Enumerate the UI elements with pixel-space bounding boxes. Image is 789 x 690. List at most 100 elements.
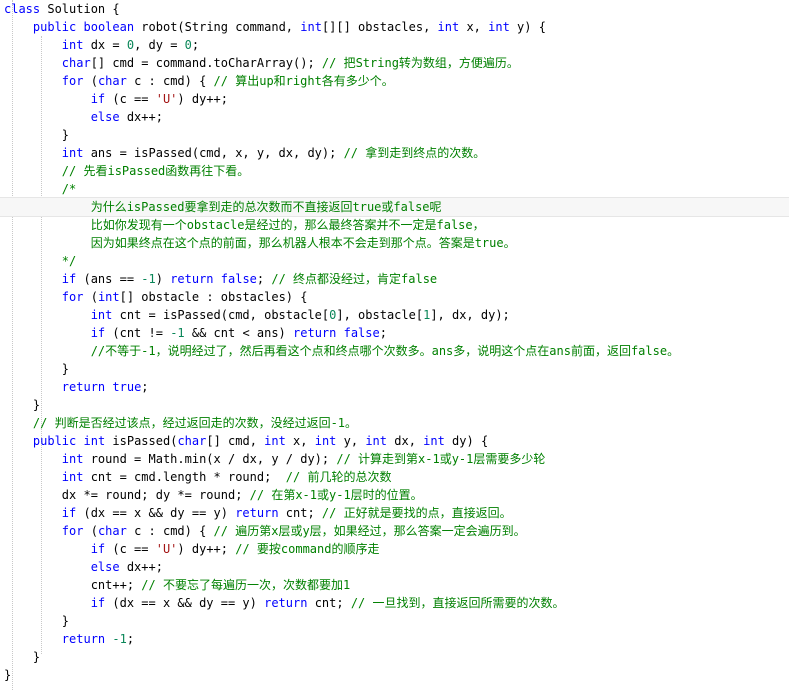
code-token: /* (61, 182, 77, 196)
code-token: dx, (387, 434, 424, 448)
code-line[interactable]: } (0, 360, 789, 378)
code-line[interactable]: for (char c : cmd) { // 算出up和right各有多少个。 (0, 72, 789, 90)
code-line[interactable]: // 先看isPassed函数再往下看。 (0, 162, 789, 180)
code-token: [][] obstacles, (321, 20, 438, 34)
code-token: // 遍历第x层或y层，如果经过，那么答案一定会遍历到。 (213, 524, 526, 538)
code-token: // 拿到走到终点的次数。 (343, 146, 486, 160)
code-token: ans = isPassed(cmd, x, y, dx, dy); (83, 146, 344, 160)
code-line[interactable]: */ (0, 252, 789, 270)
code-line[interactable]: dx *= round; dy *= round; // 在第x-1或y-1层时… (0, 486, 789, 504)
code-token: int (61, 470, 84, 484)
code-token: char (61, 56, 91, 70)
code-line[interactable]: cnt++; // 不要忘了每遍历一次，次数都要加1 (0, 576, 789, 594)
code-token: 比如你发现有一个obstacle是经过的，那么最终答案并不一定是false， (90, 218, 485, 232)
code-line[interactable]: int cnt = cmd.length * round; // 前几轮的总次数 (0, 468, 789, 486)
code-token: 因为如果终点在这个点的前面，那么机器人根本不会走到那个点。答案是true。 (90, 236, 516, 250)
code-line[interactable]: for (int[] obstacle : obstacles) { (0, 288, 789, 306)
code-line[interactable]: int cnt = isPassed(cmd, obstacle[0], obs… (0, 306, 789, 324)
code-token: (c == (105, 92, 156, 106)
code-line[interactable]: 比如你发现有一个obstacle是经过的，那么最终答案并不一定是false， (0, 216, 789, 234)
code-line[interactable]: int round = Math.min(x / dx, y / dy); //… (0, 450, 789, 468)
code-line[interactable]: else dx++; (0, 558, 789, 576)
code-line[interactable]: return true; (0, 378, 789, 396)
code-token: return (235, 506, 279, 520)
code-line[interactable]: 为什么isPassed要拿到走的总次数而不直接返回true或false呢 (0, 197, 789, 217)
code-token: 为什么isPassed要拿到走的总次数而不直接返回true或false呢 (90, 200, 442, 214)
code-token: if (61, 272, 77, 286)
code-token: else (90, 560, 120, 574)
code-token: int (61, 452, 84, 466)
code-line[interactable]: if (cnt != -1 && cnt < ans) return false… (0, 324, 789, 342)
code-line[interactable]: int ans = isPassed(cmd, x, y, dx, dy); /… (0, 144, 789, 162)
code-line[interactable]: return -1; (0, 630, 789, 648)
code-line[interactable]: } (0, 612, 789, 630)
code-token: ; (126, 632, 135, 646)
code-line[interactable]: int dx = 0, dy = 0; (0, 36, 789, 54)
code-token: if (90, 92, 106, 106)
code-token: int (83, 434, 106, 448)
code-line[interactable]: public int isPassed(char[] cmd, int x, i… (0, 432, 789, 450)
code-token: cnt; (278, 506, 322, 520)
code-token: (dx == x && dy == y) (105, 596, 265, 610)
code-line[interactable]: if (c == 'U') dy++; // 要按command的顺序走 (0, 540, 789, 558)
code-token: (ans == (76, 272, 142, 286)
code-token: dx++; (119, 110, 163, 124)
code-token: return (170, 272, 214, 286)
code-line[interactable]: } (0, 648, 789, 666)
code-token: char (97, 524, 127, 538)
code-line[interactable]: public boolean robot(String command, int… (0, 18, 789, 36)
code-line[interactable]: } (0, 126, 789, 144)
code-token: int (314, 434, 337, 448)
code-token: 0 (126, 38, 135, 52)
code-token: dx *= round; dy *= round; (4, 488, 250, 502)
code-token: int (437, 20, 460, 34)
code-line[interactable]: if (dx == x && dy == y) return cnt; // 正… (0, 504, 789, 522)
code-token: ; (256, 272, 272, 286)
code-line[interactable]: if (c == 'U') dy++; (0, 90, 789, 108)
code-token: int (365, 434, 388, 448)
code-line[interactable]: for (char c : cmd) { // 遍历第x层或y层，如果经过，那么… (0, 522, 789, 540)
code-token: x, (285, 434, 315, 448)
code-line[interactable]: if (dx == x && dy == y) return cnt; // 一… (0, 594, 789, 612)
code-token: class (4, 2, 41, 16)
code-line[interactable]: // 判断是否经过该点，经过返回走的次数，没经过返回-1。 (0, 414, 789, 432)
code-token: for (61, 74, 84, 88)
code-line[interactable]: char[] cmd = command.toCharArray(); // 把… (0, 54, 789, 72)
code-token: public (32, 20, 77, 34)
code-line[interactable]: if (ans == -1) return false; // 终点都没经过，肯… (0, 270, 789, 288)
code-line[interactable]: else dx++; (0, 108, 789, 126)
code-token: ( (83, 524, 98, 538)
code-token: // 算出up和right各有多少个。 (213, 74, 394, 88)
code-token: return (61, 632, 106, 646)
code-line[interactable]: /* (0, 180, 789, 198)
code-token: } (4, 362, 70, 376)
code-token: int (488, 20, 510, 34)
code-editor[interactable]: class Solution { public boolean robot(St… (0, 0, 789, 690)
code-token: dy) { (444, 434, 489, 448)
code-token: true (112, 380, 142, 394)
code-line[interactable]: 因为如果终点在这个点的前面，那么机器人根本不会走到那个点。答案是true。 (0, 234, 789, 252)
code-line[interactable]: } (0, 666, 789, 684)
code-token: } (4, 650, 41, 664)
code-line[interactable]: } (0, 396, 789, 414)
code-token: int (423, 434, 445, 448)
code-line[interactable]: class Solution { (0, 0, 789, 18)
code-line[interactable]: //不等于-1，说明经过了，然后再看这个点和终点哪个次数多。ans多，说明这个点… (0, 342, 789, 360)
